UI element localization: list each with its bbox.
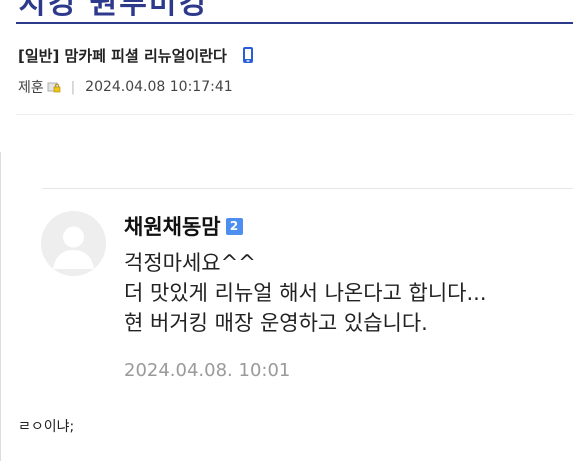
mobile-phone-icon [240, 46, 256, 64]
post-body-text: ㄹㅇ이냐; [18, 419, 75, 435]
meta-divider [16, 114, 573, 115]
quote-divider [42, 188, 573, 189]
title-divider [16, 22, 573, 24]
content-left-border [0, 152, 1, 461]
comment-body: 걱정마세요^^ 더 맛있게 리뉴얼 해서 나온다고 합니다... 현 버거킹 매… [124, 248, 487, 338]
page-title-fragment: 치킹 원투미킹 [18, 0, 209, 21]
comment-author-name: 채원채동맘 [124, 215, 221, 239]
post-author[interactable]: 제훈 [18, 77, 44, 97]
member-level-badge: 2 [225, 217, 243, 235]
comment-line: 더 맛있게 리뉴얼 해서 나온다고 합니다... [124, 281, 487, 305]
post-datetime: 2024.04.08 10:17:41 [85, 79, 233, 95]
comment-date: 2024.04.08. 10:01 [124, 360, 291, 381]
comment-line: 현 버거킹 매장 운영하고 있습니다. [124, 311, 428, 335]
post-meta: 제훈 | 2024.04.08 10:17:41 [18, 77, 233, 97]
post-title[interactable]: [일반] 맘카페 피셜 리뉴얼이란다 [18, 45, 256, 66]
comment-line: 걱정마세요^^ [124, 251, 256, 275]
meta-separator: | [70, 79, 76, 95]
default-avatar-icon [41, 211, 106, 276]
avatar[interactable] [41, 211, 106, 276]
lock-icon [47, 81, 61, 93]
comment-author[interactable]: 채원채동맘 2 [124, 211, 243, 241]
post-title-text: [일반] 맘카페 피셜 리뉴얼이란다 [18, 47, 227, 65]
